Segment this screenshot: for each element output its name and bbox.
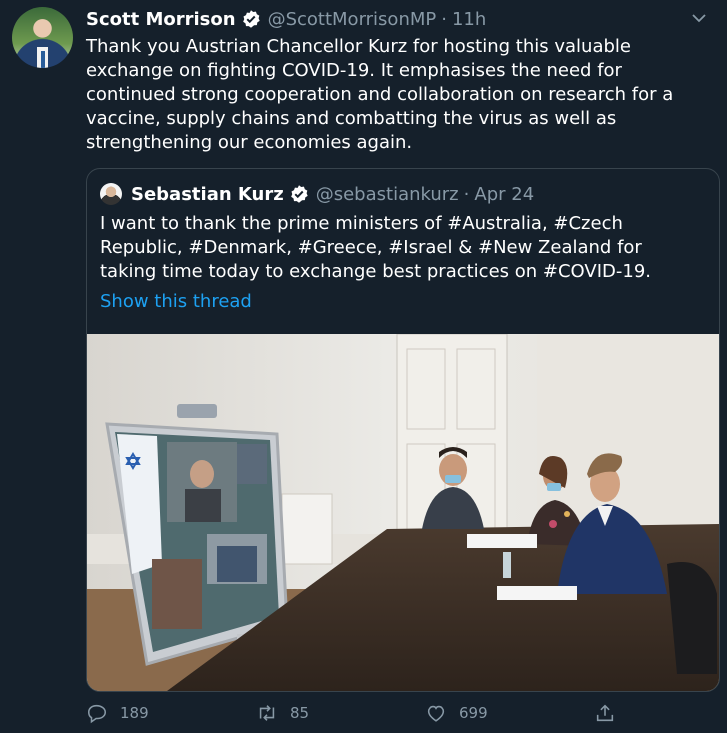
tweet-text: Thank you Austrian Chancellor Kurz for h… (86, 36, 674, 153)
author-handle[interactable]: @ScottMorrisonMP (268, 9, 437, 30)
quoted-tweet-photo[interactable] (87, 334, 719, 691)
like-icon (427, 705, 445, 722)
quoted-tweet-header: Sebastian Kurz @sebastiankurz · Apr 24 (100, 181, 534, 207)
retweet-icon (259, 705, 275, 721)
retweet-count: 85 (290, 704, 310, 722)
show-thread-link[interactable]: Show this thread (100, 291, 252, 312)
reply-icon (87, 704, 107, 724)
reply-button[interactable]: 189 (86, 702, 149, 724)
separator-dot: · (463, 183, 470, 205)
share-icon (596, 704, 614, 722)
quoted-author-avatar[interactable] (100, 183, 122, 205)
retweet-button[interactable]: 85 (256, 702, 309, 724)
verified-icon (290, 185, 308, 203)
quoted-author-name[interactable]: Sebastian Kurz (131, 184, 284, 205)
separator-dot: · (441, 8, 447, 30)
verified-icon (242, 10, 260, 28)
like-count: 699 (459, 704, 488, 722)
quoted-tweet-date[interactable]: Apr 24 (474, 184, 534, 205)
quoted-tweet[interactable]: Sebastian Kurz @sebastiankurz · Apr 24 I… (86, 168, 720, 692)
tweet-timestamp[interactable]: 11h (452, 9, 486, 30)
like-button[interactable]: 699 (425, 702, 488, 724)
quoted-tweet-text: I want to thank the prime ministers of #… (100, 213, 651, 282)
reply-count: 189 (120, 704, 149, 722)
quoted-author-handle[interactable]: @sebastiankurz (316, 184, 459, 205)
tweet-header: Scott Morrison @ScottMorrisonMP · 11h (86, 7, 486, 31)
tweet-actions: 189 85 699 (86, 702, 706, 730)
avatar-tie (41, 51, 45, 68)
author-avatar[interactable] (12, 7, 73, 68)
author-name[interactable]: Scott Morrison (86, 9, 236, 30)
more-icon[interactable] (689, 10, 709, 26)
share-button[interactable] (594, 702, 628, 724)
